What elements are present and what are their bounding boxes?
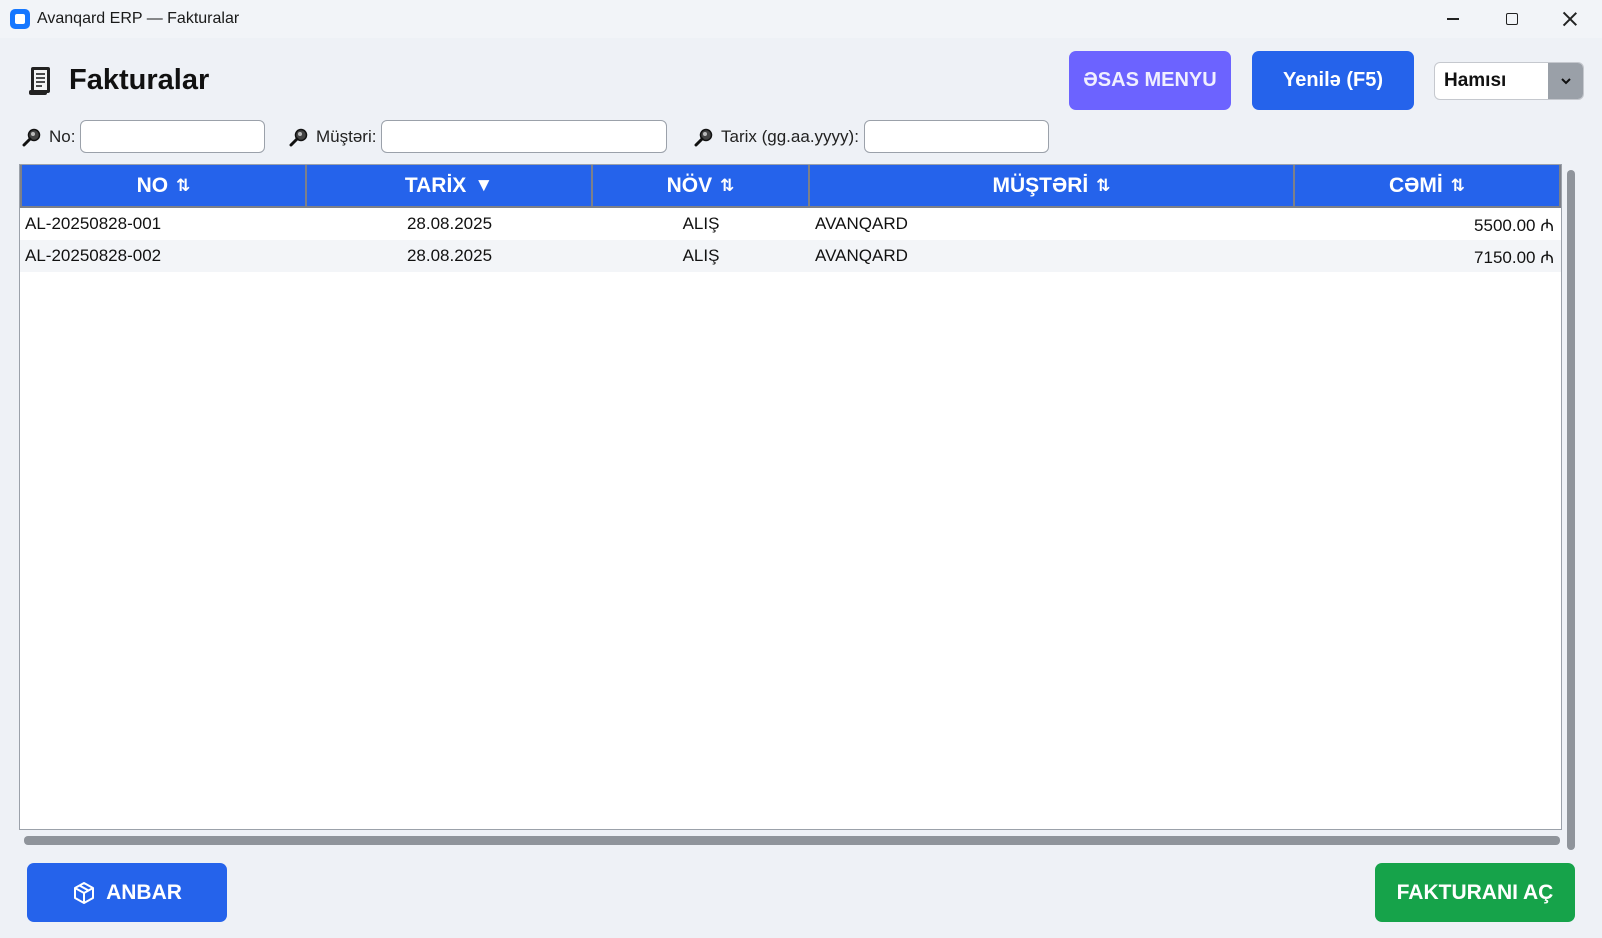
- table-header: NO ⇅ TARİX ▼ NÖV ⇅ MÜŞTƏRİ ⇅ CƏMİ ⇅: [20, 165, 1561, 208]
- search-no-input[interactable]: [80, 120, 266, 153]
- search-date-input[interactable]: [863, 120, 1049, 153]
- search-customer-input[interactable]: [381, 120, 668, 153]
- table-row[interactable]: AL-20250828-001 28.08.2025 ALIŞ AVANQARD…: [20, 208, 1561, 240]
- search-date-group: Tarix (gg.aa.yyyy):: [694, 120, 1049, 153]
- open-invoice-button[interactable]: FAKTURANI AÇ: [1375, 863, 1575, 922]
- search-date-label: Tarix (gg.aa.yyyy):: [721, 126, 859, 146]
- close-icon: [1563, 12, 1577, 26]
- sort-icon: ⇅: [176, 175, 191, 195]
- app-icon: [10, 9, 30, 29]
- cell-total: 7150.00 ₼: [1474, 247, 1554, 267]
- search-icon: [694, 128, 713, 146]
- cell-date: 28.08.2025: [406, 246, 493, 265]
- column-header-label: TARİX: [404, 173, 467, 197]
- refresh-button[interactable]: Yenilə (F5): [1252, 51, 1414, 110]
- page-title: Fakturalar: [69, 64, 210, 96]
- column-header-label: MÜŞTƏRİ: [992, 173, 1089, 197]
- type-filter-select[interactable]: Hamısı: [1434, 62, 1584, 100]
- sort-icon: ⇅: [1450, 175, 1465, 195]
- maximize-icon: [1506, 13, 1518, 25]
- cell-type: ALIŞ: [682, 246, 720, 265]
- maximize-button[interactable]: [1483, 0, 1541, 38]
- sort-icon: ⇅: [1096, 175, 1111, 195]
- column-header-customer[interactable]: MÜŞTƏRİ ⇅: [810, 165, 1295, 208]
- column-header-date[interactable]: TARİX ▼: [307, 165, 593, 208]
- vertical-scrollbar[interactable]: [1567, 170, 1575, 850]
- search-no-label: No:: [49, 126, 76, 146]
- cell-no: AL-20250828-002: [25, 246, 162, 265]
- search-icon: [289, 128, 308, 146]
- cell-customer: AVANQARD: [815, 214, 908, 233]
- search-customer-label: Müştəri:: [316, 126, 377, 146]
- column-header-total[interactable]: CƏMİ ⇅: [1295, 165, 1561, 208]
- column-header-label: CƏMİ: [1389, 173, 1443, 197]
- box-icon: [74, 881, 95, 904]
- warehouse-button[interactable]: ANBAR: [27, 863, 227, 922]
- table-row[interactable]: AL-20250828-002 28.08.2025 ALIŞ AVANQARD…: [20, 240, 1561, 272]
- sort-icon: ⇅: [720, 175, 735, 195]
- search-no-group: No:: [22, 120, 266, 153]
- cell-no: AL-20250828-001: [25, 214, 162, 233]
- invoice-table: NO ⇅ TARİX ▼ NÖV ⇅ MÜŞTƏRİ ⇅ CƏMİ ⇅ AL-2…: [19, 164, 1562, 830]
- window-title: Avanqard ERP — Fakturalar: [37, 10, 240, 27]
- document-icon: [29, 67, 50, 95]
- cell-total: 5500.00 ₼: [1474, 215, 1554, 235]
- column-header-label: NÖV: [666, 173, 713, 197]
- column-header-label: NO: [136, 173, 169, 197]
- minimize-icon: [1447, 18, 1459, 20]
- cell-date: 28.08.2025: [406, 214, 493, 233]
- column-header-type[interactable]: NÖV ⇅: [593, 165, 810, 208]
- title-bar: Avanqard ERP — Fakturalar: [0, 0, 1602, 38]
- cell-customer: AVANQARD: [815, 246, 908, 265]
- horizontal-scrollbar[interactable]: [24, 836, 1560, 845]
- sort-descending-icon: ▼: [474, 174, 494, 196]
- column-header-no[interactable]: NO ⇅: [20, 165, 307, 208]
- search-icon: [22, 128, 41, 146]
- minimize-button[interactable]: [1424, 0, 1482, 38]
- search-customer-group: Müştəri:: [289, 120, 668, 153]
- cell-type: ALIŞ: [682, 214, 720, 233]
- warehouse-button-label: ANBAR: [106, 880, 182, 904]
- type-filter-value: Hamısı: [1444, 70, 1507, 91]
- chevron-down-icon: [1548, 63, 1583, 99]
- close-button[interactable]: [1541, 0, 1599, 38]
- main-menu-button[interactable]: ƏSAS MENYU: [1069, 51, 1231, 110]
